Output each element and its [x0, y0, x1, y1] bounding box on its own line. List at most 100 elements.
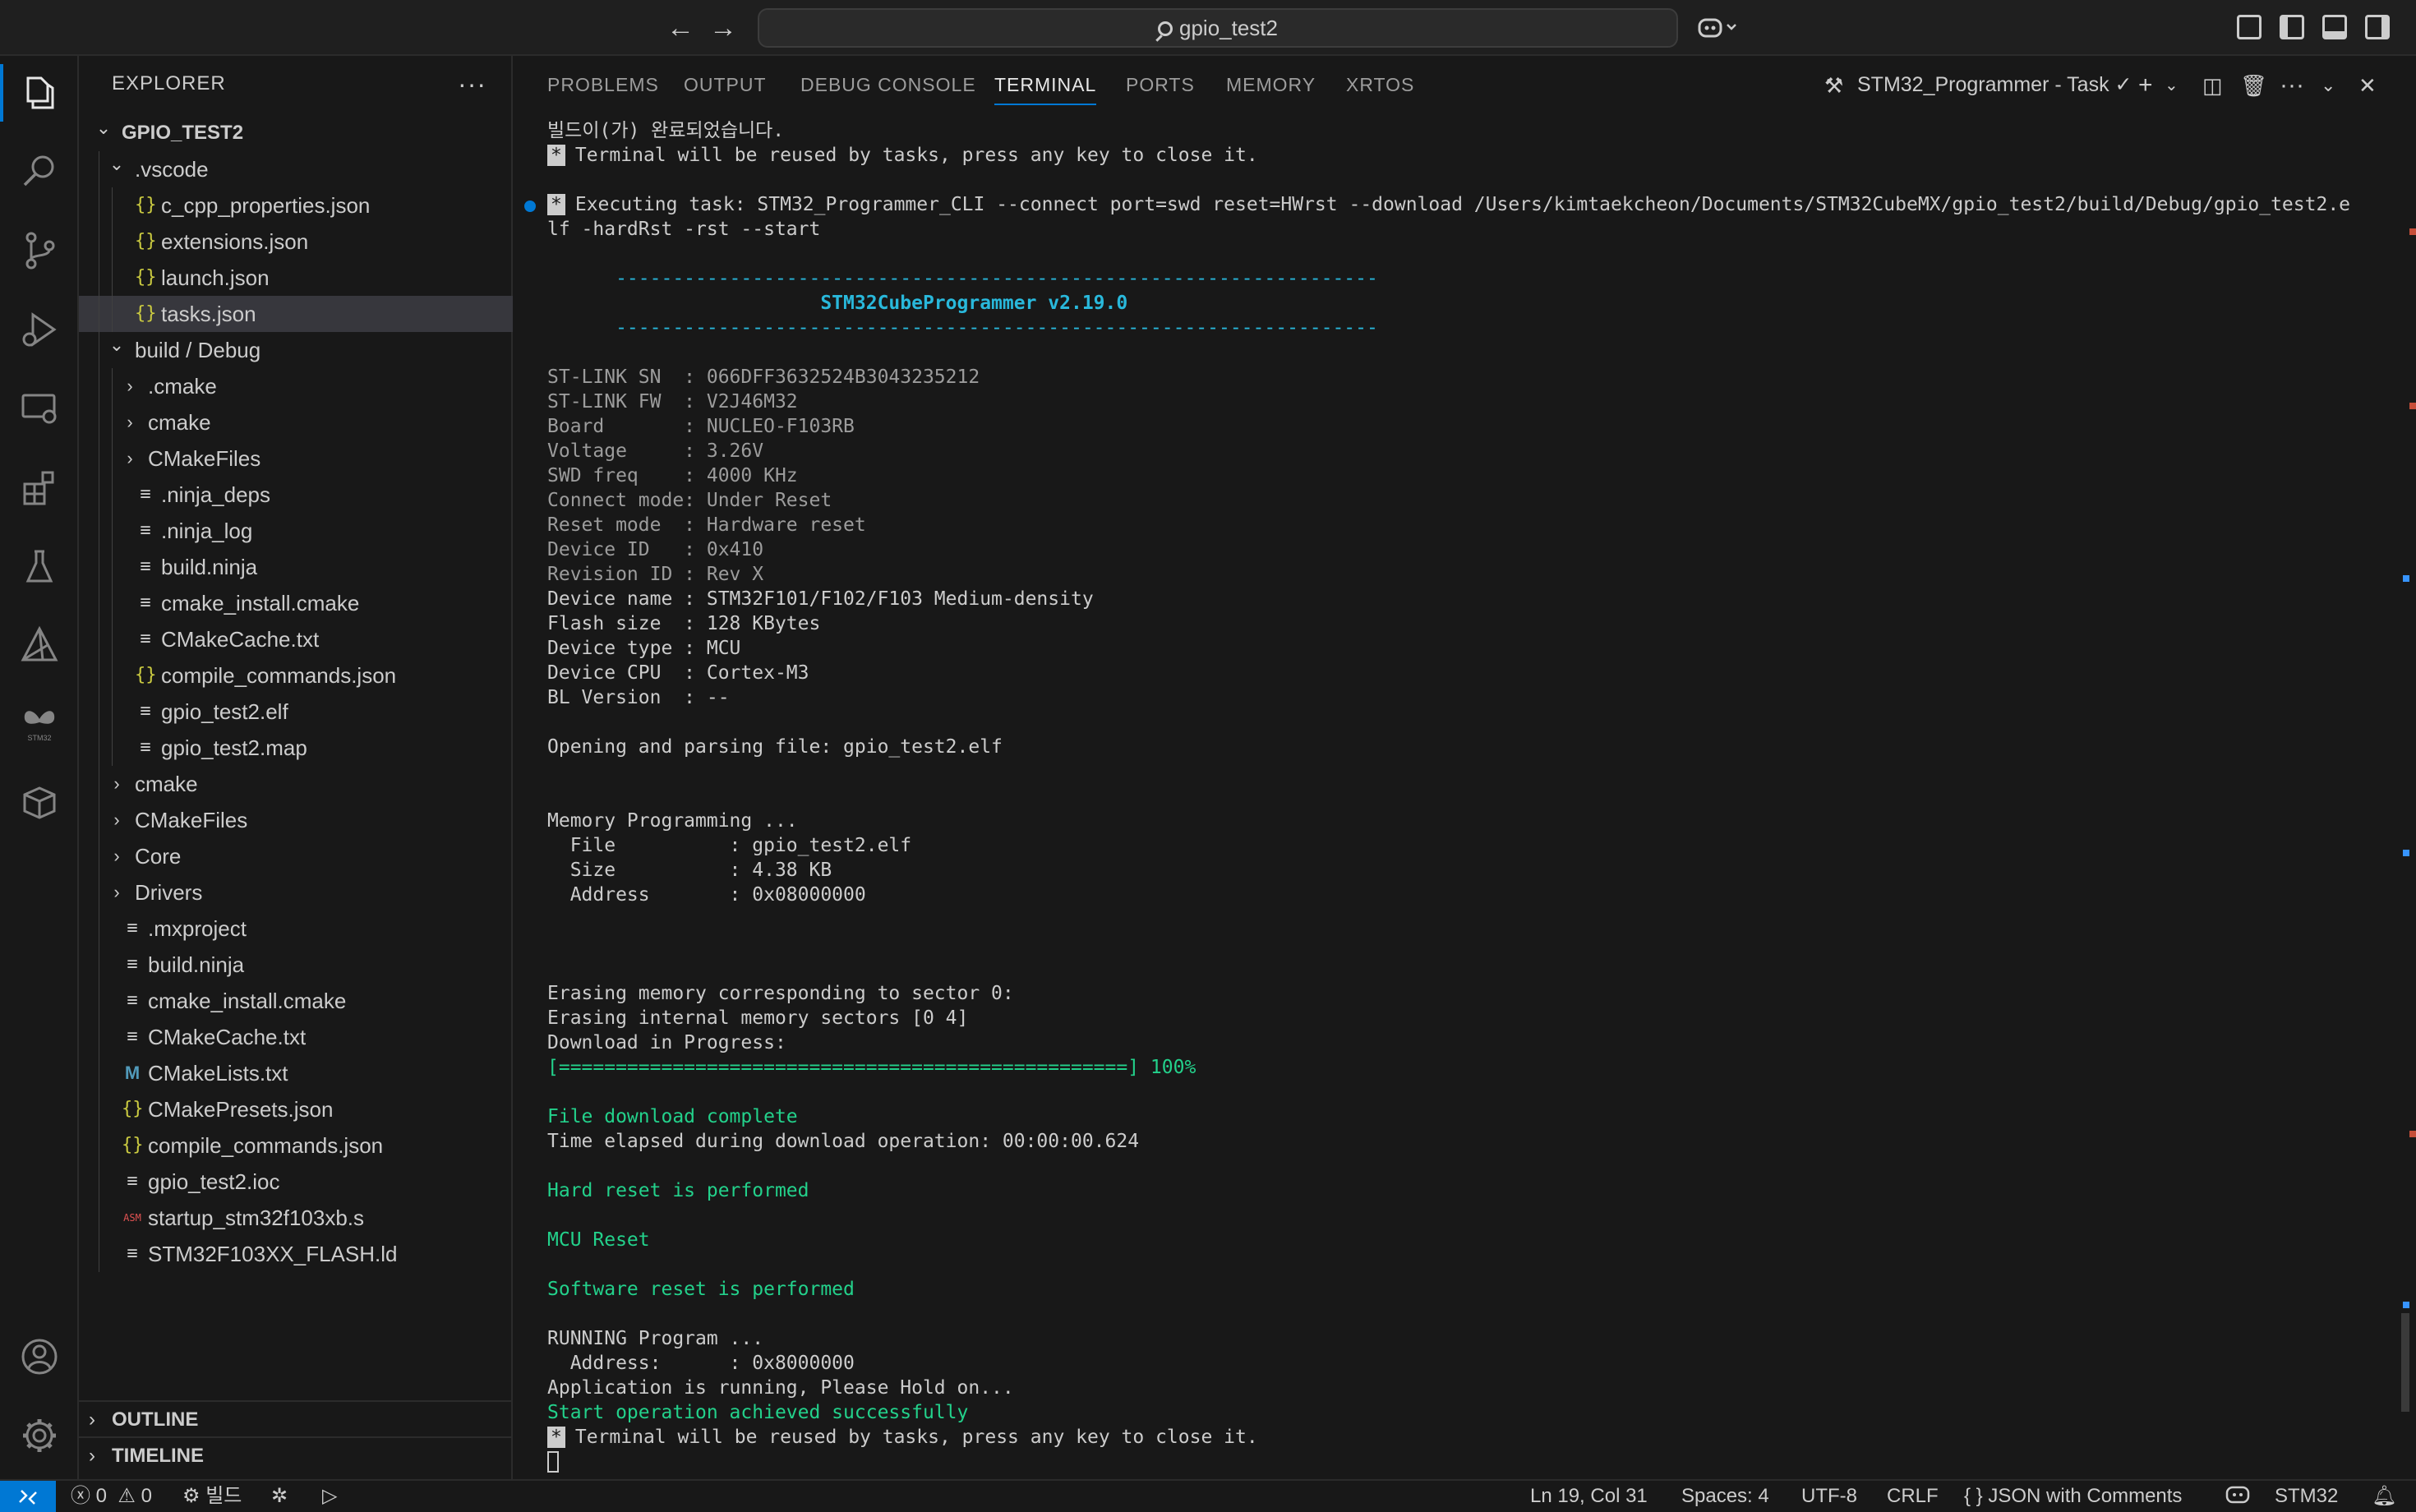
debug-bug-icon[interactable]: ✲ — [271, 1481, 288, 1512]
testing-flask-icon[interactable] — [0, 529, 79, 603]
language-mode[interactable]: { } JSON with Comments — [1964, 1481, 2182, 1512]
tree-file[interactable]: ≡ gpio_test2.map — [79, 730, 513, 766]
terminal-line: Device CPU : Cortex-M3 — [547, 661, 809, 685]
tree-file[interactable]: {} tasks.json — [79, 296, 513, 332]
tab-ports[interactable]: PORTS — [1126, 74, 1195, 96]
tree-folder[interactable]: ⌄ .vscode — [79, 151, 513, 187]
text-file-icon: ≡ — [140, 701, 151, 721]
toggle-secondary-sidebar-icon[interactable] — [2365, 15, 2390, 39]
copilot-status-icon[interactable] — [2225, 1481, 2250, 1512]
tree-file[interactable]: {} extensions.json — [79, 224, 513, 260]
copilot-icon[interactable] — [1698, 15, 1736, 39]
tab-output[interactable]: OUTPUT — [684, 74, 767, 96]
split-terminal-icon[interactable]: ◫ — [2202, 71, 2223, 100]
tree-folder[interactable]: ⌄ GPIO_TEST2 — [79, 115, 513, 151]
run-and-debug-icon[interactable] — [0, 293, 79, 366]
new-terminal-plus-icon[interactable]: + — [2138, 71, 2153, 100]
text-file-icon: ≡ — [140, 737, 151, 758]
terminal-line-text: Time elapsed during download operation: … — [547, 1131, 1140, 1152]
tree-file[interactable]: ASM startup_stm32f103xb.s — [79, 1200, 513, 1236]
explorer-icon[interactable] — [0, 56, 79, 130]
terminal-line: Erasing memory corresponding to sector 0… — [547, 981, 1014, 1006]
terminal-output[interactable]: 빌드이(가) 완료되었습니다. * Terminal will be reused … — [524, 115, 2388, 1473]
build-button[interactable]: ⚙ 빌드 — [182, 1481, 242, 1512]
outline-section[interactable]: › OUTLINE — [79, 1400, 513, 1436]
remote-explorer-icon[interactable] — [0, 371, 79, 445]
tree-file[interactable]: {} CMakePresets.json — [79, 1091, 513, 1127]
terminal-line-text: lf -hardRst -rst --start — [547, 219, 821, 240]
command-decoration-dot-icon[interactable] — [524, 201, 536, 212]
indent-guide — [112, 657, 113, 694]
back-arrow-icon[interactable]: ← — [664, 12, 697, 44]
more-actions-icon[interactable]: ··· — [2280, 71, 2304, 100]
maximize-panel-chevron-icon[interactable]: ⌄ — [2321, 71, 2335, 100]
target-device[interactable]: STM32 — [2275, 1481, 2338, 1512]
terminal-line-text: RUNNING Program ... — [547, 1328, 764, 1349]
indent-guide — [112, 477, 113, 513]
problems-indicator[interactable]: ⓧ 0 ⚠ 0 — [71, 1481, 152, 1512]
tree-folder[interactable]: › CMakeFiles — [79, 440, 513, 477]
tree-file[interactable]: ≡ .mxproject — [79, 910, 513, 947]
remote-indicator-icon[interactable] — [0, 1481, 56, 1512]
forward-arrow-icon[interactable]: → — [707, 12, 740, 44]
command-center-search[interactable]: gpio_test2 — [758, 8, 1678, 48]
search-activity-icon[interactable] — [0, 135, 79, 209]
toggle-primary-sidebar-icon[interactable] — [2280, 15, 2304, 39]
tree-file[interactable]: ≡ build.ninja — [79, 947, 513, 983]
tab-debug-console[interactable]: DEBUG CONSOLE — [800, 74, 976, 96]
stm32-icon[interactable]: STM32 — [0, 687, 79, 761]
tree-folder[interactable]: › Drivers — [79, 874, 513, 910]
tree-file[interactable]: {} c_cpp_properties.json — [79, 187, 513, 224]
terminal-line-text: Application is running, Please Hold on..… — [547, 1377, 1014, 1399]
tree-folder[interactable]: › .cmake — [79, 368, 513, 404]
terminal-task-name[interactable]: STM32_Programmer - Task ✓ — [1857, 72, 2132, 97]
chevron-right-icon: › — [113, 773, 120, 794]
tree-file[interactable]: {} launch.json — [79, 260, 513, 296]
trash-icon[interactable]: 🗑 — [2240, 71, 2267, 100]
tab-xrtos[interactable]: XRTOS — [1346, 74, 1414, 96]
tree-file[interactable]: ≡ build.ninja — [79, 549, 513, 585]
tree-file[interactable]: ≡ CMakeCache.txt — [79, 621, 513, 657]
settings-gear-icon[interactable] — [0, 1399, 79, 1473]
extensions-icon[interactable] — [0, 450, 79, 524]
notifications-bell-icon[interactable]: 🔔︎ — [2372, 1481, 2396, 1512]
tree-file[interactable]: ≡ gpio_test2.elf — [79, 694, 513, 730]
tree-file[interactable]: {} compile_commands.json — [79, 657, 513, 694]
indentation[interactable]: Spaces: 4 — [1681, 1481, 1769, 1512]
accounts-icon[interactable] — [0, 1320, 79, 1394]
tab-terminal[interactable]: TERMINAL — [994, 74, 1097, 105]
customize-layout-icon[interactable] — [2237, 15, 2262, 39]
tree-file[interactable]: ≡ CMakeCache.txt — [79, 1019, 513, 1055]
run-play-icon[interactable]: ▷ — [322, 1481, 337, 1512]
chevron-down-icon[interactable]: ⌄ — [2165, 71, 2179, 100]
tree-file[interactable]: {} compile_commands.json — [79, 1127, 513, 1164]
terminal-line-text: Erasing memory corresponding to sector 0… — [547, 983, 1014, 1004]
tree-file[interactable]: ≡ gpio_test2.ioc — [79, 1164, 513, 1200]
tree-folder[interactable]: › cmake — [79, 404, 513, 440]
tab-memory[interactable]: MEMORY — [1226, 74, 1316, 96]
tree-file[interactable]: ≡ .ninja_log — [79, 513, 513, 549]
tree-folder[interactable]: › CMakeFiles — [79, 802, 513, 838]
more-actions-icon[interactable]: ··· — [458, 56, 486, 112]
timeline-section[interactable]: › TIMELINE — [79, 1436, 513, 1473]
source-control-icon[interactable] — [0, 214, 79, 288]
tree-file[interactable]: ≡ cmake_install.cmake — [79, 983, 513, 1019]
toggle-panel-icon[interactable] — [2322, 15, 2347, 39]
tree-folder[interactable]: › Core — [79, 838, 513, 874]
indent-guide — [112, 730, 113, 766]
tree-file[interactable]: M CMakeLists.txt — [79, 1055, 513, 1091]
cmake-icon[interactable] — [0, 608, 79, 682]
chip-package-icon[interactable] — [0, 766, 79, 840]
end-of-line[interactable]: CRLF — [1887, 1481, 1939, 1512]
tree-file[interactable]: ≡ STM32F103XX_FLASH.ld — [79, 1236, 513, 1272]
tree-folder[interactable]: › cmake — [79, 766, 513, 802]
close-panel-icon[interactable]: ✕ — [2358, 71, 2377, 100]
chevron-right-icon: › — [89, 1445, 95, 1467]
tree-file[interactable]: ≡ .ninja_deps — [79, 477, 513, 513]
terminal-scrollbar-thumb[interactable] — [2401, 1313, 2409, 1412]
tab-problems[interactable]: PROBLEMS — [547, 74, 659, 96]
encoding[interactable]: UTF-8 — [1801, 1481, 1857, 1512]
tree-file[interactable]: ≡ cmake_install.cmake — [79, 585, 513, 621]
cursor-position[interactable]: Ln 19, Col 31 — [1530, 1481, 1648, 1512]
tree-folder[interactable]: ⌄ build / Debug — [79, 332, 513, 368]
